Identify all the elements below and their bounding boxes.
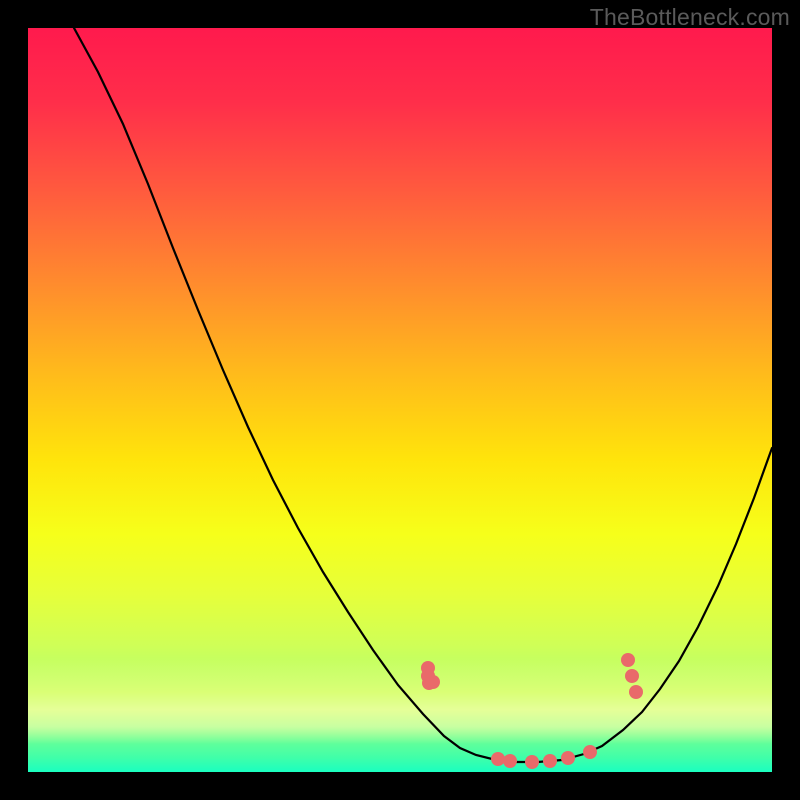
curve-layer bbox=[28, 28, 772, 772]
highlight-band bbox=[28, 658, 772, 744]
curve-marker bbox=[426, 675, 440, 689]
curve-marker bbox=[561, 751, 575, 765]
curve-markers bbox=[421, 653, 643, 769]
watermark-text: TheBottleneck.com bbox=[590, 4, 790, 31]
curve-marker bbox=[629, 685, 643, 699]
curve-marker bbox=[503, 754, 517, 768]
curve-marker bbox=[621, 653, 635, 667]
curve-marker bbox=[421, 661, 435, 675]
curve-marker bbox=[491, 752, 505, 766]
bottleneck-curve bbox=[74, 28, 772, 762]
curve-marker bbox=[625, 669, 639, 683]
curve-marker bbox=[543, 754, 557, 768]
curve-marker bbox=[422, 676, 436, 690]
curve-marker bbox=[583, 745, 597, 759]
chart-frame: TheBottleneck.com bbox=[0, 0, 800, 800]
curve-marker bbox=[525, 755, 539, 769]
plot-area bbox=[28, 28, 772, 772]
curve-marker bbox=[421, 669, 435, 683]
